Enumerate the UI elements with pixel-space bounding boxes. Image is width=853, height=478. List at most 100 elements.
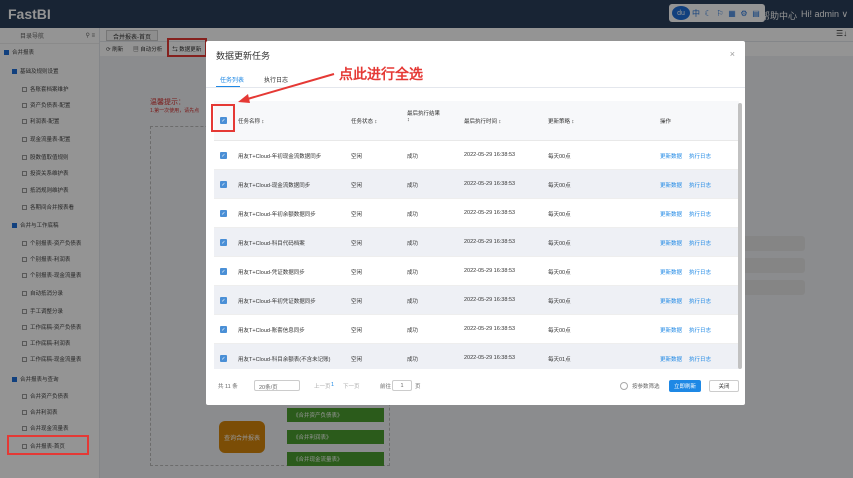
task-result: 成功 [407,299,419,305]
table-row[interactable]: ✓ 用友T+Cloud-年初凭证数据同步 空闲 成功 2022-05-29 16:38:… [214,286,739,315]
task-name: 用友T+Cloud-年初凭证数据同步 [238,299,316,305]
task-name: 用友T+Cloud-凭证数据同步 [238,270,305,276]
col-name: 任务名称 ↕ [238,119,265,125]
task-time: 2022-05-29 16:38:53 [464,239,516,245]
current-page[interactable]: 1 [331,382,334,388]
update-data-link[interactable]: 更新数据 [660,239,682,247]
update-data-link[interactable]: 更新数据 [660,210,682,218]
task-time: 2022-05-29 16:38:53 [464,268,516,274]
task-name: 用友T+Cloud-科目代码档案 [238,241,305,247]
page-unit: 页 [415,384,421,390]
row-checkbox[interactable]: ✓ [220,239,227,246]
task-strategy: 每天00点 [548,241,571,247]
task-strategy: 每天00点 [548,212,571,218]
update-data-link[interactable]: 更新数据 [660,326,682,334]
task-table: ✓ 任务名称 ↕ 任务状态 ↕ 最后执行结果 ↕ 最后执行时间 ↕ 更新策略 ↕ … [214,101,739,369]
task-result: 成功 [407,154,419,160]
task-time: 2022-05-29 16:38:53 [464,210,516,216]
col-status: 任务状态 ↕ [351,119,378,125]
total-count: 共 11 条 [218,384,238,390]
row-checkbox[interactable]: ✓ [220,152,227,159]
tab-exec-log[interactable]: 执行日志 [264,75,288,84]
page-size-select[interactable]: 20条/页 [254,380,300,391]
row-checkbox[interactable]: ✓ [220,268,227,275]
table-row[interactable]: ✓ 用友T+Cloud-凭证数据同步 空闲 成功 2022-05-29 16:38:53… [214,257,739,286]
update-data-link[interactable]: 更新数据 [660,268,682,276]
task-name: 用友T+Cloud-年初现金流数据同步 [238,154,322,160]
exec-log-link[interactable]: 执行日志 [689,355,711,363]
table-row[interactable]: ✓ 用友T+Cloud-年初余额数据同步 空闲 成功 2022-05-29 16:38:… [214,199,739,228]
update-data-link[interactable]: 更新数据 [660,355,682,363]
task-strategy: 每天01点 [548,357,571,363]
exec-log-link[interactable]: 执行日志 [689,181,711,189]
goto-page-input[interactable]: 1 [392,380,412,391]
table-row[interactable]: ✓ 用友T+Cloud-现金流数据同步 空闲 成功 2022-05-29 16:38:5… [214,170,739,199]
close-icon[interactable]: × [730,49,735,59]
annotation-text: 点此进行全选 [339,67,423,83]
exec-log-link[interactable]: 执行日志 [689,297,711,305]
table-header: ✓ 任务名称 ↕ 任务状态 ↕ 最后执行结果 ↕ 最后执行时间 ↕ 更新策略 ↕ … [214,101,739,141]
dialog-title: 数据更新任务 [216,51,271,61]
exec-log-link[interactable]: 执行日志 [689,268,711,276]
task-name: 用友T+Cloud-账套信息同步 [238,328,305,334]
task-result: 成功 [407,183,419,189]
table-row[interactable]: ✓ 用友T+Cloud-科目代码档案 空闲 成功 2022-05-29 16:38:53… [214,228,739,257]
task-status: 空闲 [351,212,363,218]
task-result: 成功 [407,241,419,247]
exec-log-link[interactable]: 执行日志 [689,152,711,160]
goto-label: 前往 [380,384,392,390]
task-result: 成功 [407,357,419,363]
tab-task-list[interactable]: 任务列表 [220,75,244,84]
next-page-button[interactable]: 下一页 [343,382,360,390]
task-strategy: 每天00点 [548,154,571,160]
exec-log-link[interactable]: 执行日志 [689,210,711,218]
prev-page-button[interactable]: 上一页 [314,382,331,390]
col-strategy: 更新策略 ↕ [548,119,575,125]
param-filter-radio[interactable] [620,382,628,390]
update-data-link[interactable]: 更新数据 [660,181,682,189]
task-strategy: 每天00点 [548,183,571,189]
table-row[interactable]: ✓ 用友T+Cloud-年初现金流数据同步 空闲 成功 2022-05-29 16:38… [214,141,739,170]
task-status: 空闲 [351,328,363,334]
row-checkbox[interactable]: ✓ [220,181,227,188]
update-data-link[interactable]: 更新数据 [660,297,682,305]
task-time: 2022-05-29 16:38:53 [464,297,516,303]
task-name: 用友T+Cloud-现金流数据同步 [238,183,311,189]
task-status: 空闲 [351,270,363,276]
data-update-dialog: 数据更新任务 × 任务列表 执行日志 ✓ 任务名称 ↕ 任务状态 ↕ 最后执行结… [206,41,745,405]
row-checkbox[interactable]: ✓ [220,326,227,333]
row-checkbox[interactable]: ✓ [220,355,227,362]
row-checkbox[interactable]: ✓ [220,210,227,217]
task-status: 空闲 [351,154,363,160]
select-all-highlight [211,104,235,132]
col-result: 最后执行结果 ↕ [407,111,441,123]
exec-log-link[interactable]: 执行日志 [689,326,711,334]
tab-divider [206,87,745,88]
table-row[interactable]: ✓ 用友T+Cloud-账套信息同步 空闲 成功 2022-05-29 16:38:53… [214,315,739,344]
col-actions: 操作 [660,119,672,125]
task-strategy: 每天00点 [548,328,571,334]
table-row[interactable]: ✓ 用友T+Cloud-科目余额表(不含未记账) 空闲 成功 2022-05-29 16… [214,344,739,369]
update-data-link[interactable]: 更新数据 [660,152,682,160]
task-time: 2022-05-29 16:38:53 [464,181,516,187]
col-time: 最后执行时间 ↕ [464,119,502,125]
task-status: 空闲 [351,299,363,305]
row-checkbox[interactable]: ✓ [220,297,227,304]
task-result: 成功 [407,328,419,334]
refresh-now-button[interactable]: 立即刷新 [669,380,701,392]
task-time: 2022-05-29 16:38:53 [464,326,516,332]
task-status: 空闲 [351,183,363,189]
task-status: 空闲 [351,357,363,363]
close-button[interactable]: 关闭 [709,380,739,392]
task-time: 2022-05-29 16:38:53 [464,152,516,158]
table-scrollbar[interactable] [738,103,742,369]
task-name: 用友T+Cloud-年初余额数据同步 [238,212,316,218]
home-item-highlight [7,435,89,455]
task-result: 成功 [407,270,419,276]
task-strategy: 每天00点 [548,299,571,305]
param-filter-label: 按参数筛选 [632,384,660,390]
exec-log-link[interactable]: 执行日志 [689,239,711,247]
task-strategy: 每天00点 [548,270,571,276]
task-status: 空闲 [351,241,363,247]
task-time: 2022-05-29 16:38:53 [464,355,516,361]
